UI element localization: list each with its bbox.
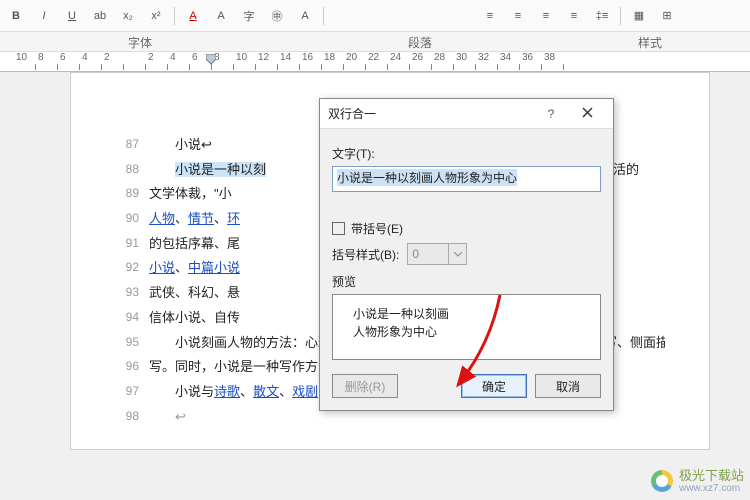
strike-button[interactable]: ab xyxy=(90,6,110,26)
brackets-label: 带括号(E) xyxy=(351,220,403,237)
font-color-button[interactable]: A xyxy=(183,6,203,26)
watermark-title: 极光下载站 xyxy=(679,469,744,483)
enclose-char-button[interactable]: ㊥ xyxy=(267,6,287,26)
char-border-button[interactable]: A xyxy=(211,6,231,26)
phonetic-button[interactable]: A xyxy=(295,6,315,26)
help-button[interactable]: ? xyxy=(533,99,569,129)
line-spacing-button[interactable]: ‡≡ xyxy=(592,6,612,26)
underline-button[interactable]: U xyxy=(62,6,82,26)
ribbon-group-style: 样式 xyxy=(560,32,740,51)
formatting-toolbar: B I U ab x₂ x² A A 字 ㊥ A ≡ ≡ ≡ ≡ ‡≡ ▦ ⊞ xyxy=(0,0,750,32)
ribbon-group-font: 字体 xyxy=(0,32,280,51)
remove-button[interactable]: 删除(R) xyxy=(332,374,398,398)
separator xyxy=(620,7,621,25)
subscript-button[interactable]: x₂ xyxy=(118,6,138,26)
separator xyxy=(174,7,175,25)
ribbon-group-labels: 字体 段落 样式 xyxy=(0,32,750,52)
indent-marker[interactable] xyxy=(206,54,216,68)
bracket-style-label: 括号样式(B): xyxy=(332,246,399,263)
superscript-button[interactable]: x² xyxy=(146,6,166,26)
char-shading-button[interactable]: 字 xyxy=(239,6,259,26)
chevron-down-icon xyxy=(448,244,466,264)
shading-button[interactable]: ▦ xyxy=(629,6,649,26)
align-justify-button[interactable]: ≡ xyxy=(564,6,584,26)
align-center-button[interactable]: ≡ xyxy=(508,6,528,26)
separator xyxy=(323,7,324,25)
align-right-button[interactable]: ≡ xyxy=(536,6,556,26)
preview-box: 小说是一种以刻画 人物形象为中心 xyxy=(332,294,601,360)
ribbon-group-paragraph: 段落 xyxy=(280,32,560,51)
two-lines-in-one-dialog: 双行合一 ? 文字(T): 小说是一种以刻画人物形象为中心 带括号(E) 括号样… xyxy=(319,98,614,411)
bracket-style-combo: 0 xyxy=(407,243,467,265)
watermark: 极光下载站 www.xz7.com xyxy=(651,469,744,494)
bold-button[interactable]: B xyxy=(6,6,26,26)
horizontal-ruler[interactable]: 10 8 6 4 2 2 4 6 8 10 12 14 16 18 20 22 … xyxy=(0,52,750,72)
dialog-titlebar[interactable]: 双行合一 ? xyxy=(320,99,613,129)
watermark-url: www.xz7.com xyxy=(679,483,744,494)
text-label: 文字(T): xyxy=(332,145,601,162)
cancel-button[interactable]: 取消 xyxy=(535,374,601,398)
close-button[interactable] xyxy=(569,99,605,129)
brackets-checkbox[interactable] xyxy=(332,222,345,235)
borders-button[interactable]: ⊞ xyxy=(657,6,677,26)
text-input[interactable]: 小说是一种以刻画人物形象为中心 xyxy=(332,166,601,192)
italic-button[interactable]: I xyxy=(34,6,54,26)
dialog-title: 双行合一 xyxy=(328,105,533,122)
close-icon xyxy=(582,107,593,118)
align-left-button[interactable]: ≡ xyxy=(480,6,500,26)
watermark-logo-icon xyxy=(651,470,673,492)
preview-label: 预览 xyxy=(332,273,601,290)
ok-button[interactable]: 确定 xyxy=(461,374,527,398)
